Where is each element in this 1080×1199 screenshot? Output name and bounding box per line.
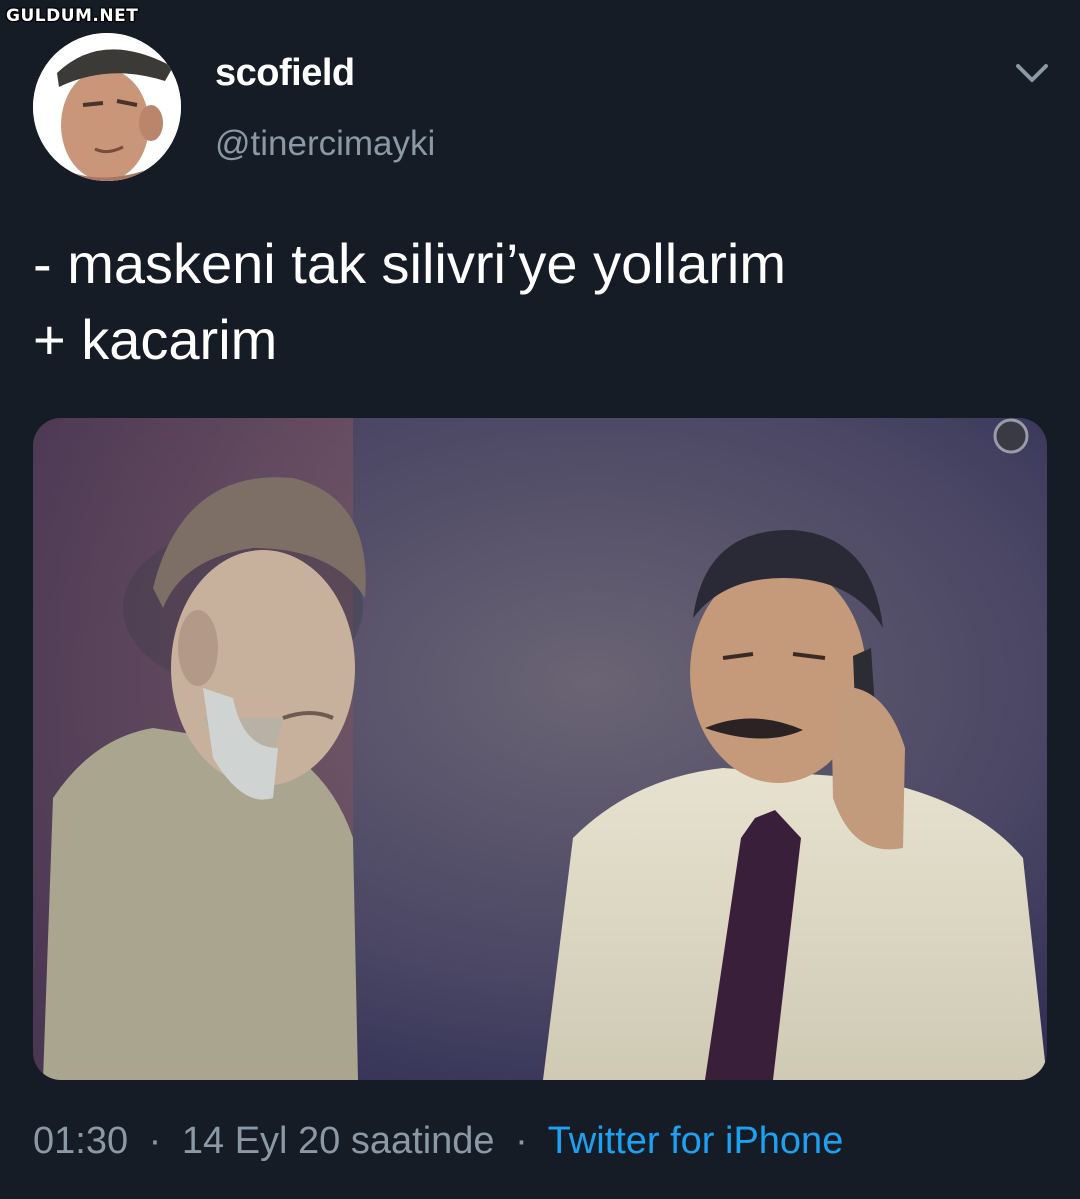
tweet-meta: 01:30 · 14 Eyl 20 saatinde · Twitter for… xyxy=(33,1120,843,1163)
user-handle[interactable]: @tinercimayki xyxy=(215,124,435,164)
tweet-text: - maskeni tak silivri’ye yollarim + kaca… xyxy=(33,226,1033,378)
chevron-down-icon[interactable] xyxy=(1012,58,1052,88)
tweet-media-image[interactable] xyxy=(33,418,1047,1080)
tweet-time[interactable]: 01:30 xyxy=(33,1120,128,1162)
avatar-image xyxy=(33,33,181,181)
tweet-text-line: + kacarim xyxy=(33,308,278,371)
tweet-source-link[interactable]: Twitter for iPhone xyxy=(548,1120,844,1162)
separator-dot: · xyxy=(515,1120,528,1162)
watermark-logo: GULDUM.NET xyxy=(6,6,139,26)
tweet-text-line: - maskeni tak silivri’ye yollarim xyxy=(33,232,787,295)
separator-dot: · xyxy=(148,1120,162,1162)
avatar[interactable] xyxy=(33,33,181,181)
tweet-date[interactable]: 14 Eyl 20 saatinde xyxy=(182,1120,495,1162)
meme-photo xyxy=(33,418,1047,1080)
display-name[interactable]: scofield xyxy=(215,52,355,95)
